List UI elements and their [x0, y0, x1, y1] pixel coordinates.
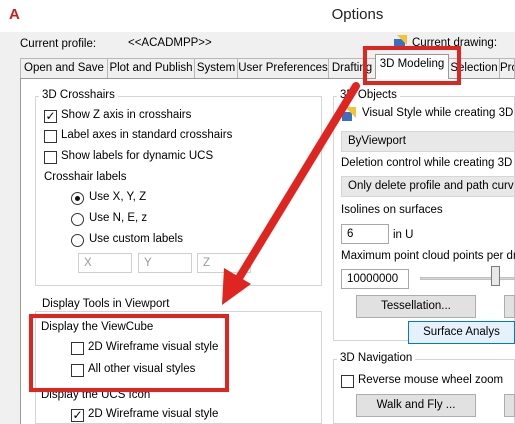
display-tools-group-title: Display Tools in Viewport	[39, 298, 173, 310]
deletion-control-select[interactable]: Only delete profile and path curves f	[341, 176, 515, 197]
reverse-wheel-zoom-label: Reverse mouse wheel zoom	[358, 374, 504, 386]
show-z-axis-checkbox[interactable]: ✓	[44, 110, 57, 123]
walk-and-fly-button[interactable]: Walk and Fly ...	[356, 394, 476, 417]
visual-style-select[interactable]: ByViewport	[341, 131, 515, 152]
dynamic-ucs-labels-checkbox[interactable]	[44, 151, 57, 164]
navigation-group-title: 3D Navigation	[337, 352, 416, 364]
label-axes-label: Label axes in standard crosshairs	[61, 129, 233, 141]
surface-analysis-button[interactable]: Surface Analys	[408, 321, 515, 344]
reverse-wheel-zoom-checkbox[interactable]	[341, 375, 354, 388]
tab-highlight-box	[363, 46, 461, 85]
isolines-u-label: in U	[393, 229, 414, 241]
animation-settings-button[interactable]	[504, 394, 515, 417]
ucs-2d-wireframe-label: 2D Wireframe visual style	[88, 408, 219, 420]
viewcube-highlight-box	[29, 314, 229, 392]
use-xyz-label: Use X, Y, Z	[89, 191, 147, 203]
show-z-axis-label: Show Z axis in crosshairs	[61, 109, 192, 121]
window-title: Options	[331, 6, 384, 23]
use-nez-radio[interactable]	[71, 213, 84, 226]
isolines-u-input[interactable]: 6	[341, 224, 389, 244]
point-cloud-input[interactable]: 10000000	[341, 269, 409, 289]
tab-user-preferences[interactable]: User Preferences	[237, 58, 329, 78]
mesh-primitives-button[interactable]	[504, 295, 515, 318]
isolines-label: Isolines on surfaces	[341, 204, 443, 216]
crosshairs-group-title: 3D Crosshairs	[39, 89, 118, 101]
use-nez-label: Use N, E, z	[89, 212, 148, 224]
custom-y-input[interactable]: Y	[138, 253, 192, 273]
custom-x-input[interactable]: X	[78, 253, 132, 273]
tab-system[interactable]: System	[194, 58, 238, 78]
tab-open-and-save[interactable]: Open and Save	[20, 58, 108, 78]
tab-profiles[interactable]: Pro	[499, 58, 515, 78]
point-cloud-slider-thumb[interactable]	[491, 266, 500, 286]
crosshair-labels-title: Crosshair labels	[44, 171, 127, 183]
label-axes-checkbox[interactable]	[44, 130, 57, 143]
visual-style-icon	[342, 107, 356, 121]
visual-style-label: Visual Style while creating 3D ob	[362, 107, 515, 119]
use-custom-labels-label: Use custom labels	[89, 233, 183, 245]
deletion-control-label: Deletion control while creating 3D obj	[341, 157, 515, 169]
tab-plot-and-publish[interactable]: Plot and Publish	[107, 58, 195, 78]
objects-group-title: 3D Objects	[337, 89, 400, 101]
ucs-2d-wireframe-checkbox[interactable]: ✓	[71, 409, 84, 422]
current-profile-value: <<ACADMPP>>	[128, 37, 212, 49]
tessellation-button[interactable]: Tessellation...	[356, 295, 476, 318]
use-xyz-radio[interactable]	[71, 192, 84, 205]
use-custom-labels-radio[interactable]	[71, 234, 84, 247]
current-profile-label: Current profile:	[20, 38, 97, 50]
custom-z-input[interactable]: Z	[197, 253, 251, 273]
point-cloud-label: Maximum point cloud points per draw	[341, 250, 515, 262]
dynamic-ucs-labels-label: Show labels for dynamic UCS	[61, 150, 214, 162]
point-cloud-slider-track[interactable]	[420, 277, 515, 280]
